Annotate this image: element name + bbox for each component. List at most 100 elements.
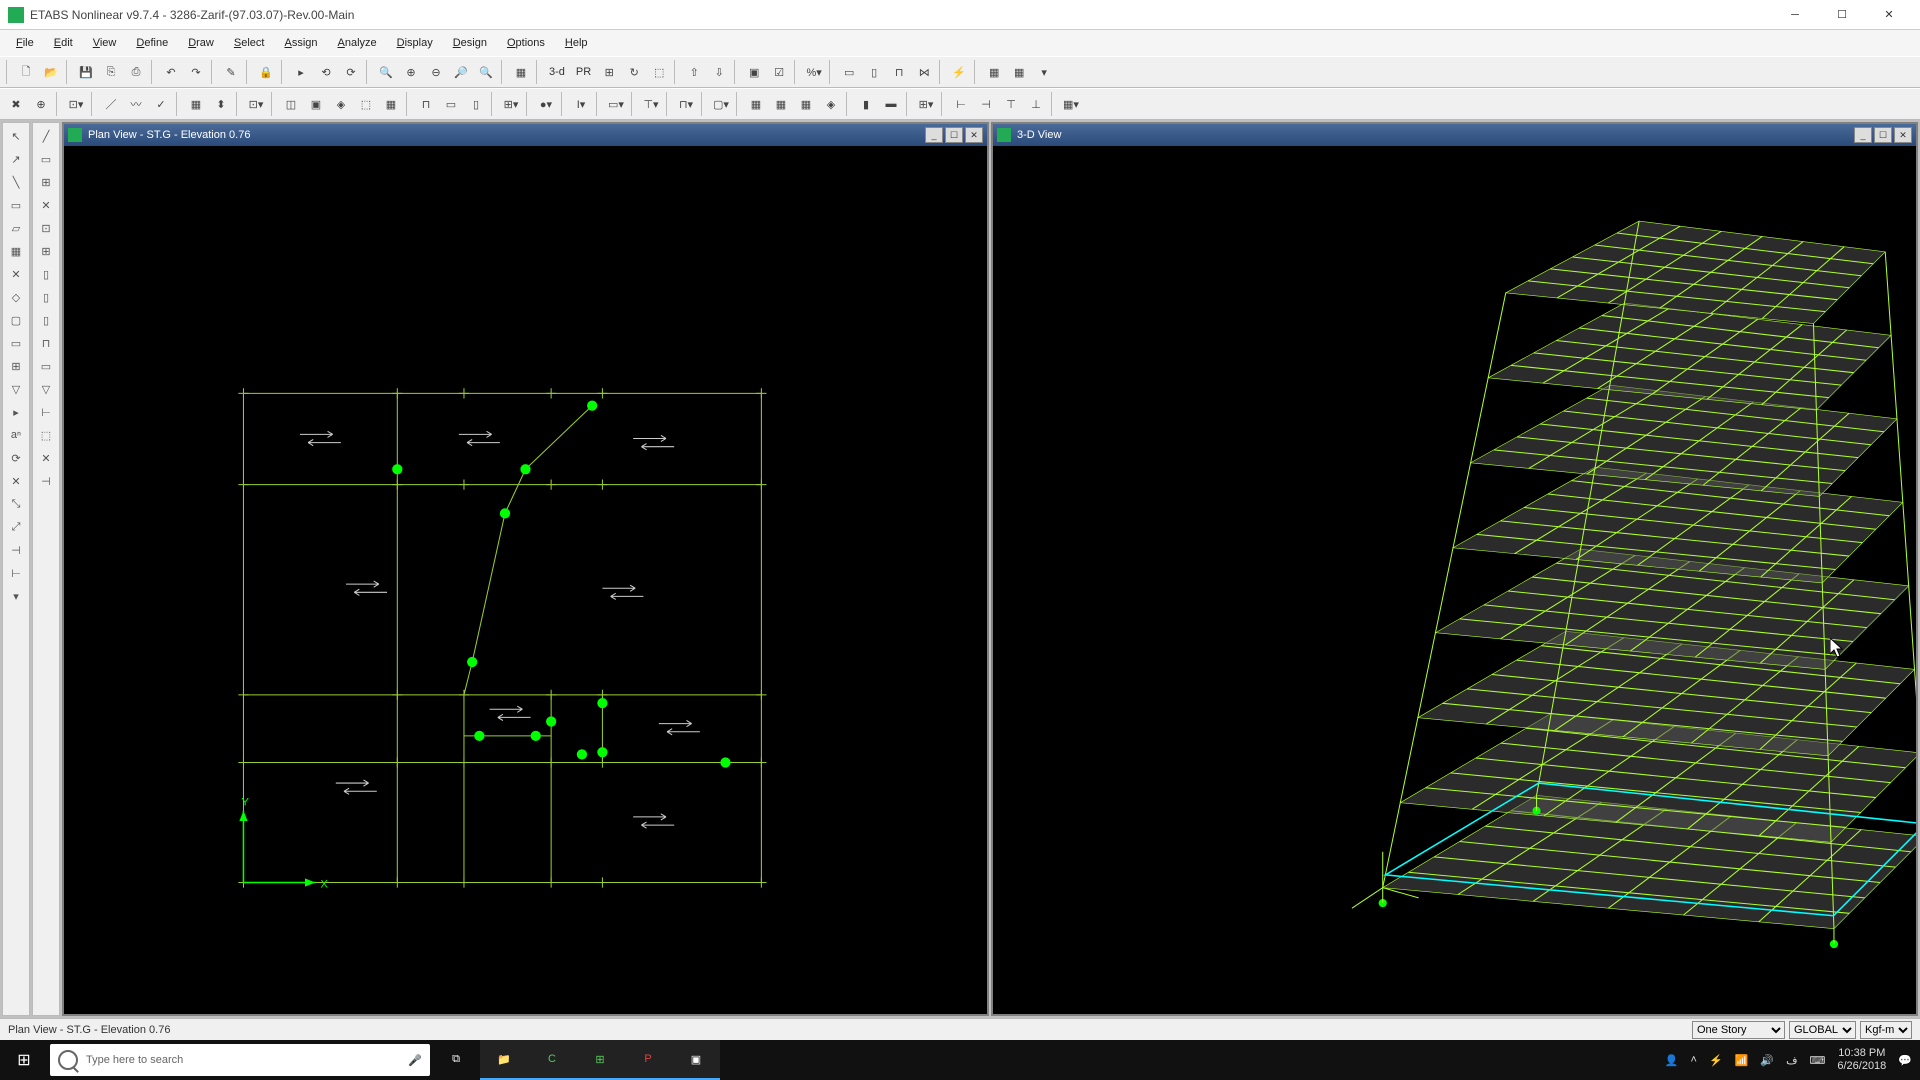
t2-icon[interactable]: ▯ — [862, 60, 886, 84]
dt2-icon[interactable]: ▭ — [34, 148, 58, 170]
zoom-prev-icon[interactable]: ⊖ — [424, 60, 448, 84]
s4-icon[interactable]: ⊢ — [4, 562, 28, 584]
menu-assign[interactable]: Assign — [274, 34, 327, 52]
b3-icon[interactable]: ▯ — [464, 92, 488, 116]
g2-icon[interactable]: ⊣ — [974, 92, 998, 116]
start-button[interactable]: ⊞ — [0, 1040, 48, 1080]
e1-icon[interactable]: ▦ — [744, 92, 768, 116]
f3-icon[interactable]: ⊞▾ — [914, 92, 938, 116]
a4-icon[interactable]: ◈ — [329, 92, 353, 116]
t3-icon[interactable]: ⊓ — [887, 60, 911, 84]
undo-icon[interactable]: ↶ — [159, 60, 183, 84]
menu-draw[interactable]: Draw — [178, 34, 224, 52]
pan-icon[interactable]: ▦ — [509, 60, 533, 84]
menu-options[interactable]: Options — [497, 34, 555, 52]
s1-icon[interactable]: ⤡ — [4, 493, 28, 515]
tray-kb-icon[interactable]: ⌨ — [1809, 1054, 1825, 1067]
dt6-icon[interactable]: ⊞ — [34, 240, 58, 262]
b1-icon[interactable]: ⊓ — [414, 92, 438, 116]
tray-net-icon[interactable]: 📶 — [1735, 1054, 1749, 1067]
plan-view-canvas[interactable]: YX — [64, 146, 987, 1014]
view-plan-button[interactable]: PR — [571, 60, 596, 84]
menu-display[interactable]: Display — [387, 34, 443, 52]
coord-select[interactable]: GLOBAL — [1789, 1021, 1856, 1039]
zoom-full-icon[interactable]: ⊕ — [399, 60, 423, 84]
save-icon[interactable]: 💾 — [74, 60, 98, 84]
3d-close-button[interactable]: ✕ — [1894, 127, 1912, 143]
d2-icon[interactable]: ▭▾ — [604, 92, 628, 116]
menu-file[interactable]: File — [6, 34, 44, 52]
app4-icon[interactable]: ▣ — [672, 1040, 720, 1080]
menu-edit[interactable]: Edit — [44, 34, 83, 52]
maximize-button[interactable]: ☐ — [1819, 1, 1865, 29]
dt16-icon[interactable]: ⊣ — [34, 470, 58, 492]
plan-close-button[interactable]: ✕ — [965, 127, 983, 143]
all-icon[interactable]: aⁿ — [4, 424, 28, 446]
sel2-icon[interactable]: ⊕ — [29, 92, 53, 116]
d4-icon[interactable]: ⊓▾ — [674, 92, 698, 116]
dt10-icon[interactable]: ⊓ — [34, 332, 58, 354]
e4-icon[interactable]: ◈ — [819, 92, 843, 116]
c1-icon[interactable]: ⊞▾ — [499, 92, 523, 116]
menu-define[interactable]: Define — [126, 34, 178, 52]
story-select[interactable]: One StoryAll StoriesSimilar Stories — [1692, 1021, 1785, 1039]
dt1-icon[interactable]: ╱ — [34, 125, 58, 147]
dt15-icon[interactable]: ✕ — [34, 447, 58, 469]
exp-icon[interactable]: ▸ — [4, 401, 28, 423]
plan-min-button[interactable]: _ — [925, 127, 943, 143]
c2-icon[interactable]: ●▾ — [534, 92, 558, 116]
tray-vol-icon[interactable]: 🔊 — [1760, 1054, 1774, 1067]
mic-icon[interactable]: 🎤 — [408, 1054, 422, 1067]
poly-icon[interactable]: ▱ — [4, 217, 28, 239]
pointer-icon[interactable]: ↖ — [4, 125, 28, 147]
menu-select[interactable]: Select — [224, 34, 275, 52]
minimize-button[interactable]: ─ — [1772, 1, 1818, 29]
refresh-icon[interactable]: ✎ — [219, 60, 243, 84]
dt7-icon[interactable]: ▯ — [34, 263, 58, 285]
obj-shrink-icon[interactable]: ▣ — [742, 60, 766, 84]
line-icon[interactable]: ╲ — [4, 171, 28, 193]
rotate-icon[interactable]: ↻ — [622, 60, 646, 84]
grid2-icon[interactable]: ▦ — [4, 240, 28, 262]
h1-icon[interactable]: ▦▾ — [1059, 92, 1083, 116]
dt14-icon[interactable]: ⬚ — [34, 424, 58, 446]
next-icon[interactable]: ⟳ — [339, 60, 363, 84]
t6-icon[interactable]: ▦ — [1007, 60, 1031, 84]
grid-icon[interactable]: ▦ — [184, 92, 208, 116]
etabs-taskbar-icon[interactable]: ⊞ — [576, 1040, 624, 1080]
sel-pointer-icon[interactable]: ✖ — [4, 92, 28, 116]
dt4-icon[interactable]: ✕ — [34, 194, 58, 216]
lock-icon[interactable]: 🔒 — [254, 60, 278, 84]
shape1-icon[interactable]: ◇ — [4, 286, 28, 308]
zoom-rubber-icon[interactable]: 🔍 — [374, 60, 398, 84]
shape4-icon[interactable]: ⊞ — [4, 355, 28, 377]
dd-icon[interactable]: ▾ — [1032, 60, 1056, 84]
view-elev-icon[interactable]: ⊞ — [597, 60, 621, 84]
e2-icon[interactable]: ▦ — [769, 92, 793, 116]
a5-icon[interactable]: ⬚ — [354, 92, 378, 116]
dt8-icon[interactable]: ▯ — [34, 286, 58, 308]
shape3-icon[interactable]: ▭ — [4, 332, 28, 354]
3d-min-button[interactable]: _ — [1854, 127, 1872, 143]
percent-icon[interactable]: %▾ — [802, 60, 826, 84]
a1-icon[interactable]: ⊡▾ — [244, 92, 268, 116]
dt13-icon[interactable]: ⊢ — [34, 401, 58, 423]
a2-icon[interactable]: ◫ — [279, 92, 303, 116]
axes-icon[interactable]: ⬍ — [209, 92, 233, 116]
powerpoint-icon[interactable]: P — [624, 1040, 672, 1080]
b2-icon[interactable]: ▭ — [439, 92, 463, 116]
3d-max-button[interactable]: ☐ — [1874, 127, 1892, 143]
g1-icon[interactable]: ⊢ — [949, 92, 973, 116]
plan-max-button[interactable]: ☐ — [945, 127, 963, 143]
d5-icon[interactable]: ▢▾ — [709, 92, 733, 116]
notifications-icon[interactable]: 💬 — [1898, 1054, 1912, 1067]
app2-icon[interactable]: C — [528, 1040, 576, 1080]
plan-view-titlebar[interactable]: Plan View - ST.G - Elevation 0.76 _ ☐ ✕ — [64, 124, 987, 146]
print-icon[interactable]: ⎙ — [124, 60, 148, 84]
menu-help[interactable]: Help — [555, 34, 598, 52]
zoom-out-icon[interactable]: 🔍 — [474, 60, 498, 84]
a3-icon[interactable]: ▣ — [304, 92, 328, 116]
cross-icon[interactable]: ✕ — [4, 263, 28, 285]
f2-icon[interactable]: ▬ — [879, 92, 903, 116]
g3-icon[interactable]: ⊤ — [999, 92, 1023, 116]
